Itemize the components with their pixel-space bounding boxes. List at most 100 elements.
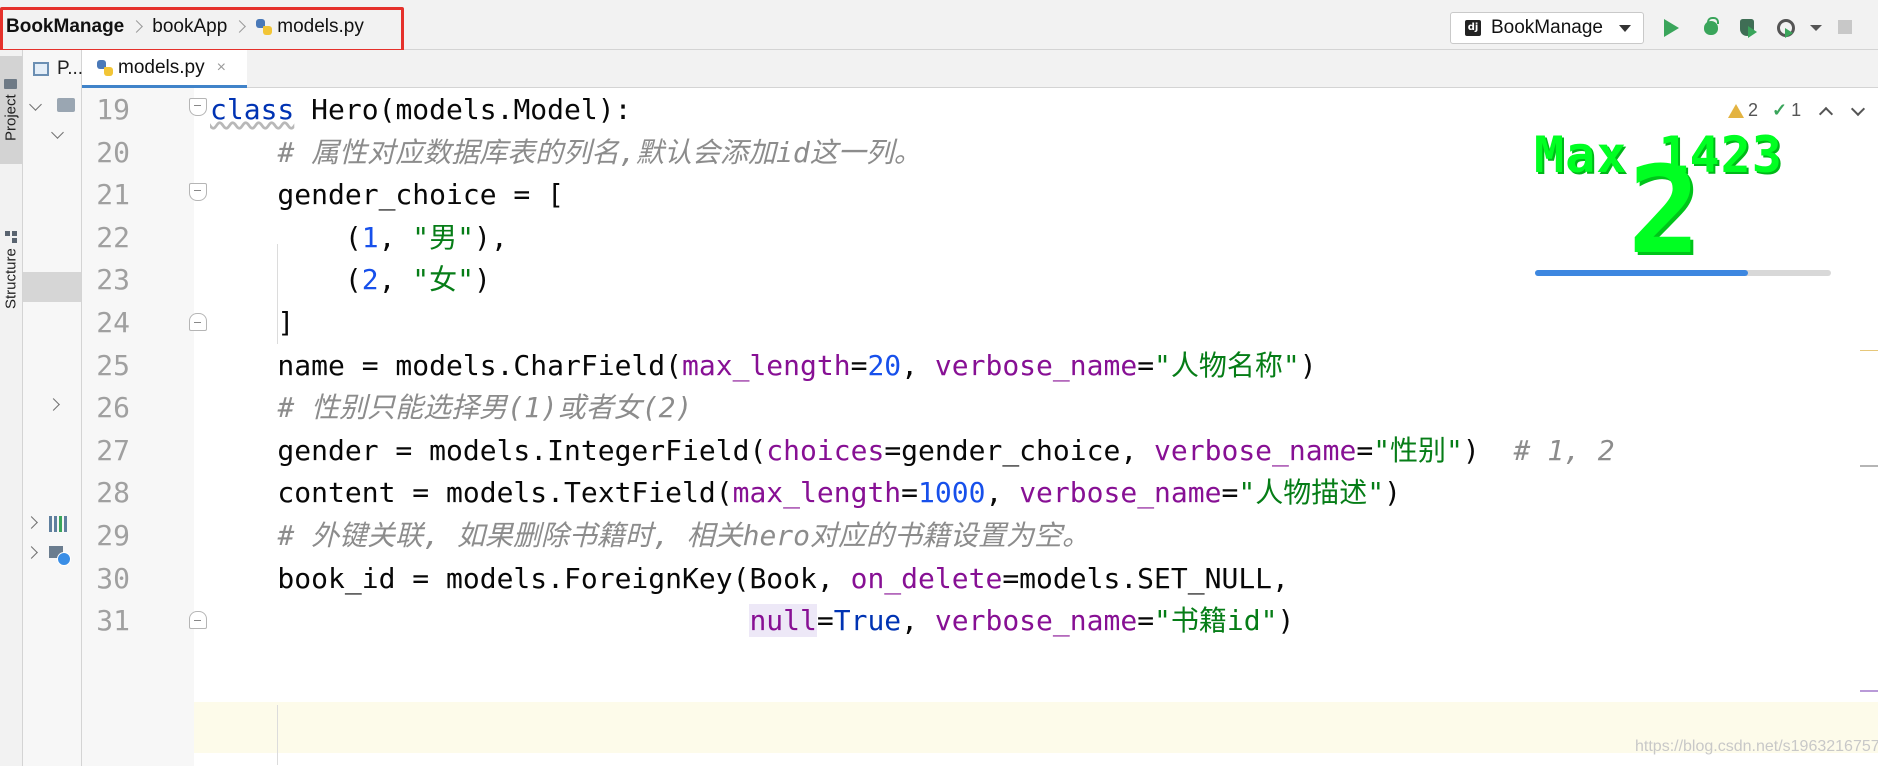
code-token: verbose_name [1154, 433, 1357, 467]
run-configuration-label: BookManage [1491, 17, 1603, 38]
code-token: 1000 [918, 476, 986, 510]
scrollbar-marker[interactable] [1860, 690, 1878, 692]
overlay-progress-bar [1535, 270, 1831, 276]
code-token: content = models.TextField( [210, 476, 733, 510]
code-token: ( [210, 263, 362, 297]
close-icon[interactable]: × [217, 59, 226, 77]
python-file-icon [96, 59, 114, 77]
code-token: 20 [867, 348, 902, 382]
chevron-up-icon[interactable] [1819, 106, 1834, 121]
stop-icon[interactable] [1838, 20, 1852, 34]
code-token: ] [210, 306, 295, 339]
run-icon[interactable] [1664, 19, 1679, 37]
code-token: # 属性对应数据库表的列名,默认会添加id这一列。 [277, 135, 922, 169]
django-icon: dj [1465, 20, 1481, 36]
chevron-down-icon [1619, 24, 1631, 32]
code-token: max_length [682, 348, 851, 382]
code-token: = [1356, 433, 1374, 467]
code-text: null=True, verbose_name="书籍id") [210, 595, 1294, 646]
code-token: # 1, 2 [1513, 433, 1615, 467]
profile-icon[interactable] [1775, 17, 1797, 39]
project-panel-tab-label: P... [57, 58, 84, 79]
code-token: ), [474, 220, 508, 254]
run-with-coverage-icon[interactable] [1738, 17, 1760, 39]
tab-models-py[interactable]: models.py × [82, 50, 247, 88]
code-token: ) [1299, 348, 1317, 382]
indent-guide [277, 705, 278, 765]
fold-end-icon[interactable] [189, 311, 207, 331]
code-token: , [378, 220, 413, 254]
code-token: "男" [412, 220, 475, 254]
project-panel-tab[interactable]: P... [33, 58, 83, 80]
code-token: ) [1384, 476, 1401, 510]
code-token: gender_choice = [ [210, 178, 565, 212]
code-token: Hero(models.Model): [294, 93, 632, 126]
code-token: ) [1277, 604, 1295, 638]
code-token: = [816, 604, 834, 638]
code-token: verbose_name [934, 348, 1138, 382]
scrollbar-marker[interactable] [1860, 350, 1878, 351]
inspections-widget[interactable]: 2 ✓ 1 [1728, 100, 1866, 121]
fold-end-icon[interactable] [189, 609, 207, 630]
annotation-highlight-box [0, 7, 404, 52]
code-token: max_length [732, 476, 902, 510]
line-number[interactable]: 31 [82, 595, 130, 646]
code-token: book_id = models.ForeignKey(Book, [210, 561, 851, 595]
code-token: , [901, 348, 935, 382]
code-token: ( [210, 220, 362, 254]
code-token: gender = models.IntegerField( [210, 433, 767, 467]
code-line[interactable]: 31 null=True, verbose_name="书籍id") [0, 595, 1878, 646]
code-token: = [1137, 604, 1155, 638]
code-token: = [1221, 476, 1239, 510]
code-token: = [901, 476, 919, 510]
code-token: "性别" [1373, 433, 1463, 467]
run-configuration-dropdown[interactable]: dj BookManage [1450, 12, 1644, 44]
current-line-highlight [194, 702, 1878, 753]
overlay-progress-fill [1535, 270, 1749, 276]
code-token: on_delete [850, 561, 1003, 595]
check-icon: ✓ [1772, 100, 1788, 120]
code-token: = [1137, 348, 1155, 382]
overlay-current-value: 2 [1628, 142, 1701, 281]
code-token: =models.SET_NULL, [1002, 561, 1289, 595]
chevron-down-icon[interactable] [1851, 101, 1866, 116]
code-token: class [210, 93, 295, 126]
project-view-icon [33, 62, 49, 76]
watermark: https://blog.csdn.net/s1963216757 [1635, 738, 1878, 755]
code-token: "书籍id" [1154, 604, 1278, 638]
code-token: 1 [361, 220, 379, 254]
code-token: , [985, 476, 1020, 510]
editor-tab-bar: models.py × [82, 50, 1878, 88]
code-token: True [833, 604, 902, 638]
code-token: ) [1462, 433, 1514, 467]
code-token: # 性别只能选择男(1)或者女(2) [277, 391, 693, 425]
code-token: 2 [361, 263, 379, 297]
navigation-bar: BookManage bookApp models.py dj BookMana… [0, 0, 1878, 52]
fold-collapse-icon[interactable] [189, 98, 207, 118]
scrollbar-marker[interactable] [1860, 465, 1878, 467]
code-token: , [901, 604, 935, 638]
warning-icon [1728, 103, 1744, 118]
code-token: =gender_choice, [884, 433, 1155, 467]
fold-collapse-icon[interactable] [189, 183, 207, 203]
code-token: choices [766, 433, 885, 467]
code-token: "人物名称" [1154, 348, 1300, 382]
code-token: , [378, 263, 413, 297]
code-token: name = models.CharField( [210, 348, 683, 382]
code-token: "人物描述" [1238, 476, 1385, 510]
ok-count: 1 [1791, 100, 1802, 120]
debug-icon[interactable] [1701, 17, 1723, 39]
code-token: verbose_name [934, 604, 1138, 638]
code-token: ) [474, 263, 491, 297]
more-actions-chevron-icon[interactable] [1810, 25, 1822, 31]
code-token: "女" [412, 263, 475, 297]
tab-label: models.py [118, 56, 205, 78]
code-token: = [850, 348, 868, 382]
warning-count: 2 [1748, 100, 1759, 120]
code-token: verbose_name [1019, 476, 1222, 510]
code-token: # 外键关联, 如果删除书籍时, 相关hero对应的书籍设置为空。 [277, 519, 1091, 552]
code-token: null [749, 604, 817, 638]
